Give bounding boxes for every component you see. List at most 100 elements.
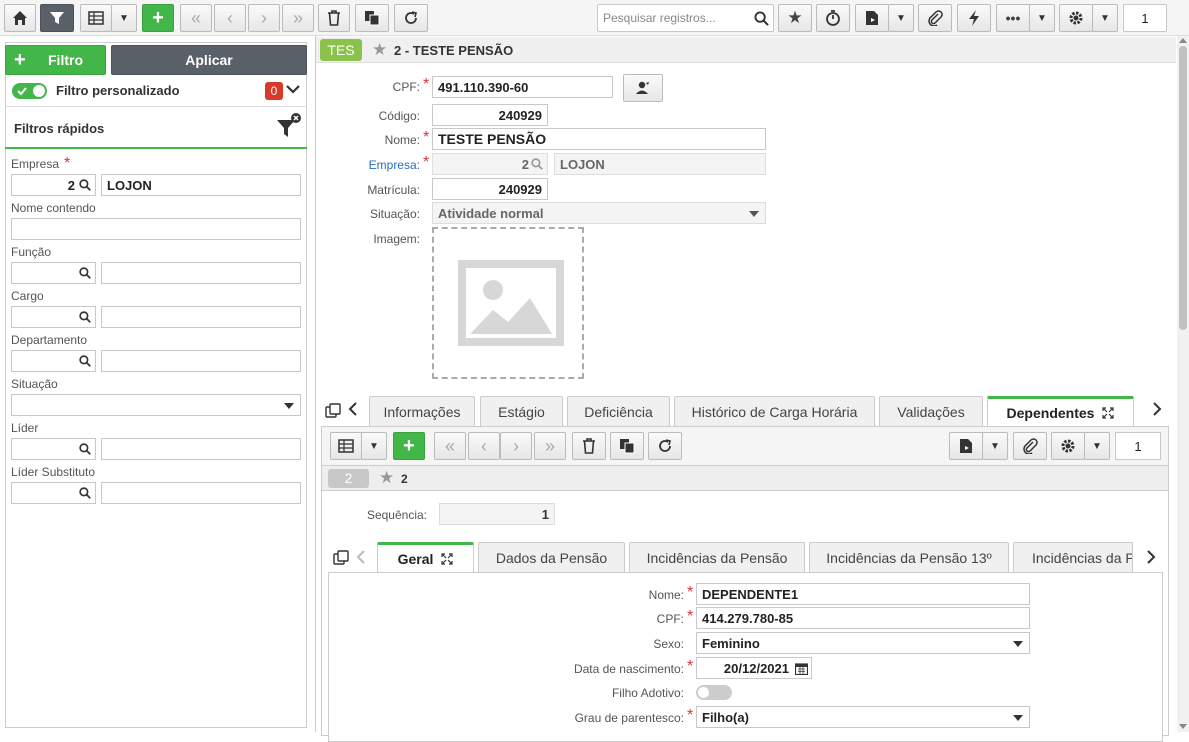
filter-button[interactable]: + Filtro	[5, 45, 106, 75]
grid-view-dropdown[interactable]: ▼	[111, 4, 137, 32]
funcao-filter-code[interactable]	[11, 262, 96, 284]
dep-parentesco-select[interactable]: Filho(a)	[696, 706, 1030, 728]
apply-button[interactable]: Aplicar	[111, 45, 307, 75]
delete-button[interactable]	[318, 4, 350, 32]
person-lookup-button[interactable]	[623, 74, 663, 102]
dep-grid-view-dropdown[interactable]: ▼	[361, 432, 387, 460]
dep-tab-incidencias-pensao[interactable]: Incidências da Pensão	[629, 542, 805, 572]
codigo-input[interactable]: 240929	[432, 104, 548, 126]
cargo-filter-code[interactable]	[11, 306, 96, 328]
chevron-down-icon[interactable]	[286, 83, 300, 95]
home-button[interactable]	[4, 4, 36, 32]
search-icon[interactable]	[79, 443, 91, 455]
filter-toggle-button[interactable]	[40, 4, 74, 32]
dep-tabs-copy-icon[interactable]	[333, 550, 349, 566]
dep-previous-button[interactable]: ‹	[468, 432, 500, 460]
clear-filters-icon[interactable]	[276, 112, 302, 140]
report-dropdown[interactable]: ▼	[888, 4, 914, 32]
dep-tab-incidencias-pensao-13[interactable]: Incidências da Pensão 13º	[809, 542, 1009, 572]
tabs-scroll-right-icon[interactable]	[1152, 402, 1162, 416]
matricula-input[interactable]: 240929	[432, 178, 548, 200]
dep-settings-button[interactable]	[1051, 432, 1085, 460]
lider-substituto-filter-code[interactable]	[11, 482, 96, 504]
scroll-up-arrow[interactable]	[1179, 38, 1187, 43]
tab-historico-carga-horaria[interactable]: Histórico de Carga Horária	[674, 396, 875, 426]
nome-filter-input[interactable]	[11, 218, 301, 240]
dep-last-button[interactable]: »	[534, 432, 566, 460]
cpf-input[interactable]: 491.110.390-60	[432, 76, 613, 98]
expand-icon[interactable]	[1102, 406, 1115, 419]
dep-tab-geral[interactable]: Geral	[377, 542, 474, 572]
search-icon[interactable]	[79, 267, 91, 279]
previous-record-button[interactable]: ‹	[214, 4, 246, 32]
scroll-down-arrow[interactable]	[1179, 724, 1187, 729]
nome-input[interactable]: TESTE PENSÃO	[432, 128, 766, 150]
dep-tabs-scroll-right-icon[interactable]	[1146, 550, 1156, 564]
lider-filter-code[interactable]	[11, 438, 96, 460]
report-button[interactable]	[855, 4, 889, 32]
tab-estagio[interactable]: Estágio	[480, 396, 563, 426]
calendar-icon[interactable]	[795, 662, 808, 675]
search-icon[interactable]	[79, 311, 91, 323]
dep-next-button[interactable]: ›	[500, 432, 532, 460]
dep-nome-input[interactable]: DEPENDENTE1	[696, 583, 1030, 605]
dep-settings-dropdown[interactable]: ▼	[1084, 432, 1110, 460]
dependent-star-icon[interactable]: ★	[379, 468, 394, 488]
situacao-select[interactable]: Atividade normal	[432, 202, 766, 224]
dep-report-button[interactable]	[949, 432, 983, 460]
image-upload-area[interactable]	[432, 227, 584, 379]
situacao-filter-select[interactable]	[11, 394, 301, 416]
tab-deficiencia[interactable]: Deficiência	[567, 396, 670, 426]
favorite-button[interactable]: ★	[778, 4, 812, 32]
dep-sexo-select[interactable]: Feminino	[696, 632, 1030, 654]
dep-page-number-input[interactable]: 1	[1115, 432, 1161, 460]
dep-adotivo-toggle[interactable]	[696, 685, 732, 700]
quick-actions-button[interactable]	[957, 4, 991, 32]
page-scrollbar[interactable]	[1177, 36, 1189, 732]
grid-view-button[interactable]	[80, 4, 112, 32]
tabs-scroll-left-icon[interactable]	[348, 402, 358, 416]
page-number-input[interactable]: 1	[1123, 4, 1167, 32]
favorite-star-icon[interactable]: ★	[372, 40, 387, 60]
search-icon[interactable]	[79, 355, 91, 367]
empresa-label[interactable]: Empresa:	[340, 158, 420, 172]
search-icon[interactable]	[79, 487, 91, 499]
dep-grid-view-button[interactable]	[330, 432, 362, 460]
custom-filter-toggle[interactable]	[12, 83, 47, 99]
first-record-button[interactable]: «	[180, 4, 212, 32]
dep-tab-incidencias-p[interactable]: Incidências da P	[1013, 542, 1133, 572]
tab-dependentes[interactable]: Dependentes	[987, 396, 1134, 426]
last-record-button[interactable]: »	[282, 4, 314, 32]
tab-validacoes[interactable]: Validações	[879, 396, 983, 426]
dep-first-button[interactable]: «	[434, 432, 466, 460]
tabs-copy-icon[interactable]	[325, 403, 341, 419]
dep-copy-button[interactable]	[610, 432, 644, 460]
scrollbar-thumb[interactable]	[1179, 46, 1187, 330]
tab-informacoes[interactable]: Informações	[369, 396, 475, 426]
dep-nascimento-input[interactable]: 20/12/2021	[696, 657, 812, 679]
search-icon[interactable]	[79, 179, 91, 191]
next-record-button[interactable]: ›	[248, 4, 280, 32]
dep-tab-dados-pensao[interactable]: Dados da Pensão	[478, 542, 625, 572]
search-icon[interactable]	[754, 11, 769, 26]
more-options-button[interactable]: •••	[996, 4, 1030, 32]
attachment-button[interactable]	[918, 4, 952, 32]
settings-button[interactable]	[1059, 4, 1093, 32]
copy-button[interactable]	[355, 4, 389, 32]
dep-report-dropdown[interactable]: ▼	[982, 432, 1008, 460]
settings-dropdown[interactable]: ▼	[1092, 4, 1118, 32]
dep-add-button[interactable]: +	[393, 432, 425, 460]
dep-tabs-scroll-left-icon[interactable]	[356, 550, 366, 564]
dep-attachment-button[interactable]	[1013, 432, 1047, 460]
departamento-filter-code[interactable]	[11, 350, 96, 372]
dep-cpf-input[interactable]: 414.279.780-85	[696, 607, 1030, 629]
timer-button[interactable]	[816, 4, 850, 32]
dep-delete-button[interactable]	[572, 432, 606, 460]
dep-refresh-button[interactable]	[648, 432, 682, 460]
more-options-dropdown[interactable]: ▼	[1029, 4, 1055, 32]
add-record-button[interactable]: +	[142, 4, 174, 32]
empresa-filter-code[interactable]: 2	[11, 174, 96, 196]
refresh-button[interactable]	[394, 4, 428, 32]
search-input[interactable]: Pesquisar registros...	[597, 4, 774, 32]
expand-icon[interactable]	[441, 552, 454, 565]
